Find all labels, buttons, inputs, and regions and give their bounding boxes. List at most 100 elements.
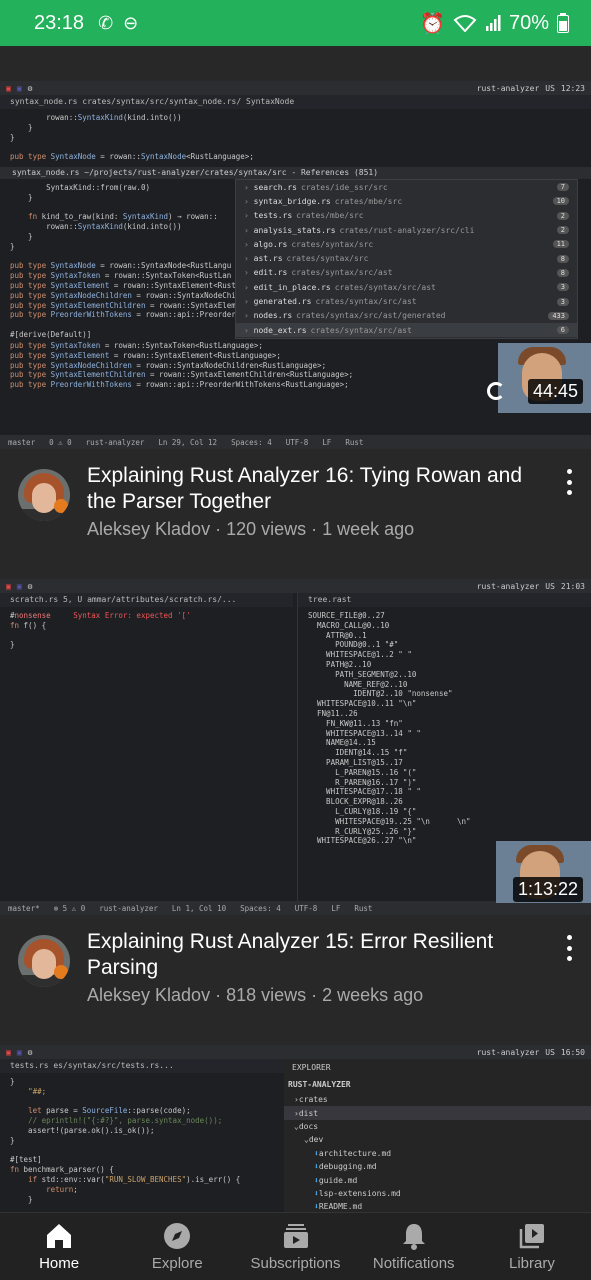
reference-path: crates/syntax/src/ast/generated (296, 311, 446, 321)
video-card[interactable]: ▣ ▣ ⚙ rust-analyzer US 12:23 syntax_node.rs… (0, 81, 591, 580)
ide-status-item: rust-analyzer (99, 903, 158, 913)
ide-status-item: Spaces: 4 (240, 903, 281, 913)
video-title[interactable]: Explaining Rust Analyzer 15: Error Resil… (87, 929, 547, 981)
nav-subscriptions[interactable]: Subscriptions (236, 1213, 354, 1280)
reference-row[interactable]: › edit.rs crates/syntax/src/ast 8 (236, 266, 577, 280)
explorer-item[interactable]: ⬇ architecture.md (284, 1147, 591, 1160)
reference-file: algo.rs (253, 239, 288, 249)
explorer-item[interactable]: › crates (284, 1093, 591, 1106)
video-thumbnail[interactable]: ▣ ▣ ⚙ rust-analyzer US 12:23 syntax_node.rs… (0, 81, 591, 449)
reference-row[interactable]: › search.rs crates/ide_ssr/src 7 (236, 180, 577, 194)
file-explorer: EXPLORER RUST-ANALYZER › crates › dist ⌄ d… (284, 1059, 591, 1212)
reference-row[interactable]: › edit_in_place.rs crates/syntax/src/ast 3 (236, 280, 577, 294)
nav-library[interactable]: Library (473, 1213, 591, 1280)
references-header: syntax_node.rs ~/projects/rust-analyzer/… (0, 167, 591, 179)
reference-path: crates/syntax/src (291, 239, 374, 249)
library-icon (519, 1224, 544, 1249)
nav-label: Subscriptions (250, 1255, 341, 1272)
video-duration: 1:13:22 (512, 877, 583, 902)
explorer-item[interactable]: ⬇ lsp-extensions.md (284, 1187, 591, 1200)
reference-file: generated.rs (253, 297, 312, 307)
nav-notifications[interactable]: Notifications (355, 1213, 473, 1280)
reference-row[interactable]: › tests.rs crates/mbe/src 2 (236, 209, 577, 223)
reference-path: crates/mbe/src (334, 196, 403, 206)
ide-status-item: UTF-8 (285, 437, 309, 447)
tree-node: R_PAREN@16..17 ")" (308, 777, 417, 787)
reference-count: 7 (556, 183, 569, 192)
ide-status-item: ⊗ 5 ⚠ 0 (53, 903, 86, 913)
code-snippet: #nonsense Syntax Error: expected '[' fn … (10, 611, 191, 650)
reference-count: 2 (556, 211, 569, 220)
reference-row[interactable]: › nodes.rs crates/syntax/src/ast/generate… (236, 309, 577, 323)
reference-path: crates/syntax/src/ast (334, 282, 436, 292)
ide-status-item: Rust (345, 437, 364, 447)
code-snippet-3: pub type SyntaxToken = rowan::SyntaxToke… (10, 341, 354, 390)
code-snippet: rowan::SyntaxKind(kind.into()) } } pub t… (10, 113, 254, 162)
ide-status-item: 0 ⚠ 0 (49, 437, 72, 447)
video-card[interactable]: ▣ ▣ ⚙ rust-analyzer US 21:03 scratch.rs 5, … (0, 579, 591, 1046)
system-status-bar: 23:18 ✆ ⊖ ⏰ 70% (0, 0, 591, 46)
reference-file: search.rs (253, 182, 297, 192)
tree-node: BLOCK_EXPR@18..26 (308, 797, 403, 807)
reference-row[interactable]: › syntax_bridge.rs crates/mbe/src 10 (236, 194, 577, 208)
ide-title-bar: ▣ ▣ ⚙ rust-analyzer US 21:03 (0, 579, 591, 593)
nav-explore[interactable]: Explore (118, 1213, 236, 1280)
channel-avatar[interactable] (18, 935, 70, 987)
video-card[interactable]: ▣ ▣ ⚙ rust-analyzer US 16:50 tests.rs es/sy… (0, 1045, 591, 1212)
reference-row[interactable]: › generated.rs crates/syntax/src/ast 3 (236, 294, 577, 308)
explorer-item[interactable]: ⌄ dev (284, 1133, 591, 1146)
reference-row[interactable]: › node_ext.rs crates/syntax/src/ast 6 (236, 322, 577, 338)
tree-node: NAME_REF@2..10 (308, 679, 408, 689)
syntax-tree: SOURCE_FILE@0..27 MACRO_CALL@0..10 ATTR@… (298, 607, 591, 850)
nav-label: Library (508, 1255, 555, 1272)
reference-path: crates/syntax/src (286, 254, 369, 264)
reference-path: crates/rust-analyzer/src/cli (339, 225, 475, 235)
video-subtitle: Aleksey Kladov · 818 views · 2 weeks ago (87, 985, 424, 1005)
tree-node: L_CURLY@18..19 "{" (308, 806, 417, 816)
reference-path: crates/mbe/src (296, 211, 364, 221)
tree-node: WHITESPACE@10..11 "\n" (308, 699, 417, 709)
alarm-icon: ⏰ (420, 12, 445, 35)
ide-status-item: Ln 29, Col 12 (158, 437, 218, 447)
editor-left: tests.rs es/syntax/src/tests.rs... } "##… (0, 1059, 284, 1212)
reference-count: 433 (548, 311, 569, 320)
tree-node: WHITESPACE@13..14 " " (308, 728, 421, 738)
tree-node: FN@11..26 (308, 708, 358, 718)
reference-path: crates/syntax/src/ast (310, 325, 412, 335)
ide-status-item: Spaces: 4 (231, 437, 272, 447)
home-icon (47, 1224, 72, 1248)
tree-node: L_PAREN@15..16 "(" (308, 767, 417, 777)
tree-node: IDENT@2..10 "nonsense" (308, 689, 453, 699)
video-thumbnail[interactable]: ▣ ▣ ⚙ rust-analyzer US 16:50 tests.rs es/sy… (0, 1045, 591, 1212)
explorer-item[interactable]: ⬇ guide.md (284, 1173, 591, 1186)
reference-count: 6 (556, 326, 569, 335)
more-options-icon[interactable] (561, 469, 577, 495)
reference-path: crates/syntax/src/ast (291, 268, 393, 278)
ide-status-bar: master* ⊗ 5 ⚠ 0 rust-analyzer Ln 1, Col 10 S… (0, 901, 591, 915)
phone-icon: ✆ (98, 12, 114, 33)
reference-row[interactable]: › algo.rs crates/syntax/src 11 (236, 237, 577, 251)
explorer-item[interactable]: › dist (284, 1106, 591, 1120)
explorer-item[interactable]: ⬇ debugging.md (284, 1160, 591, 1173)
channel-avatar[interactable] (18, 469, 70, 521)
nav-home[interactable]: Home (0, 1213, 118, 1280)
bell-icon (402, 1224, 425, 1250)
explorer-item[interactable]: ⬇ README.md (284, 1200, 591, 1212)
wifi-icon (453, 15, 477, 32)
ide-status-item: rust-analyzer (85, 437, 145, 447)
video-thumbnail[interactable]: ▣ ▣ ⚙ rust-analyzer US 21:03 scratch.rs 5, … (0, 579, 591, 915)
code-snippet: } "##; let parse = SourceFile::parse(cod… (10, 1077, 241, 1204)
explorer-root[interactable]: RUST-ANALYZER (284, 1076, 591, 1093)
tree-node: ATTR@0..1 (308, 630, 367, 640)
explorer-item[interactable]: ⌄ docs (284, 1120, 591, 1133)
ide-status-item: master (8, 437, 36, 447)
editor-left: scratch.rs 5, U ammar/attributes/scratch… (0, 593, 293, 901)
reference-row[interactable]: › ast.rs crates/syntax/src 8 (236, 251, 577, 265)
explorer-item-label: README.md (318, 1202, 363, 1212)
explorer-item-label: lsp-extensions.md (318, 1188, 401, 1198)
reference-row[interactable]: › analysis_stats.rs crates/rust-analyzer/… (236, 223, 577, 237)
reference-path: crates/ide_ssr/src (301, 182, 388, 192)
subscriptions-icon (283, 1224, 308, 1248)
video-title[interactable]: Explaining Rust Analyzer 16: Tying Rowan… (87, 463, 547, 515)
more-options-icon[interactable] (561, 935, 577, 961)
